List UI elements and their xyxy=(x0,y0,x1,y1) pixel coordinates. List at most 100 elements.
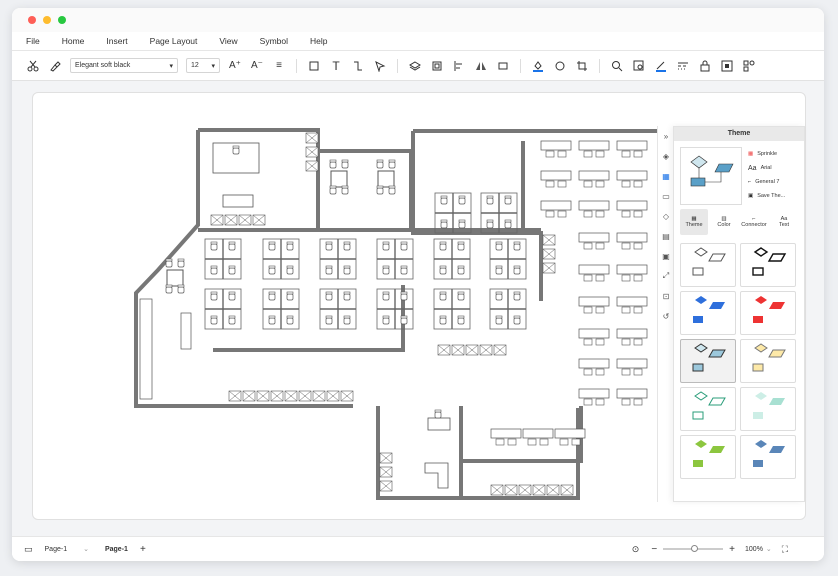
align-left-icon[interactable] xyxy=(452,59,466,73)
theme-card[interactable] xyxy=(740,435,796,479)
theme-card-selected[interactable] xyxy=(680,339,736,383)
search-icon[interactable] xyxy=(610,59,624,73)
increase-font-icon[interactable]: A⁺ xyxy=(228,59,242,73)
theme-tabs: ▦ Theme ▥ Color ⌐ Connector Aa Text xyxy=(674,209,804,235)
status-bar: ▭ Page-1 ⌄ Page-1 + ⊙ − + 100% ⌄ ⛶ xyxy=(12,536,824,561)
connector-icon: ⌐ xyxy=(748,179,752,185)
font-size-select[interactable]: 12 ▾ xyxy=(186,58,220,73)
theme-option-label: Save The... xyxy=(757,193,786,199)
theme-card[interactable] xyxy=(740,387,796,431)
page-tab[interactable]: Page-1 xyxy=(105,546,128,553)
shape-style-icon[interactable] xyxy=(553,59,567,73)
tab-label: Connector xyxy=(741,222,767,228)
zoom-slider[interactable] xyxy=(663,545,724,552)
minimize-window-button[interactable] xyxy=(43,16,51,24)
menu-view[interactable]: View xyxy=(219,36,237,46)
line-style-icon[interactable] xyxy=(676,59,690,73)
tab-label: Theme xyxy=(685,222,703,228)
menu-symbol[interactable]: Symbol xyxy=(260,36,288,46)
more-tools-icon[interactable] xyxy=(742,59,756,73)
zoom-in-button[interactable]: + xyxy=(729,544,735,555)
layers-tab-icon[interactable]: ◇ xyxy=(658,206,674,226)
page-tab-icon[interactable]: ▤ xyxy=(658,226,674,246)
fit-tab-icon[interactable]: ⤢ xyxy=(658,266,674,286)
chevron-down-icon[interactable]: ⌄ xyxy=(766,545,772,553)
theme-option-connector[interactable]: ⌐ General 7 xyxy=(748,175,785,189)
page-selector[interactable]: Page-1 xyxy=(45,546,68,553)
chevron-down-icon[interactable]: ⌄ xyxy=(83,545,89,553)
canvas-area: » ◈ ▦ ▭ ◇ ▤ ▣ ⤢ ⊡ ↺ Theme ▦ Sprinkle Aa … xyxy=(12,81,824,536)
theme-card[interactable] xyxy=(740,339,796,383)
cubicle-clusters xyxy=(205,193,526,329)
play-icon[interactable]: ⊙ xyxy=(632,544,640,555)
theme-card[interactable] xyxy=(680,291,736,335)
lock-icon[interactable] xyxy=(698,59,712,73)
crop-icon[interactable] xyxy=(575,59,589,73)
menu-insert[interactable]: Insert xyxy=(106,36,127,46)
add-page-icon[interactable]: + xyxy=(140,544,146,555)
tab-label: Color xyxy=(717,222,731,228)
chevron-down-icon: ▾ xyxy=(169,62,173,70)
collapse-icon[interactable]: » xyxy=(658,126,674,146)
theme-option-label: Sprinkle xyxy=(757,151,778,157)
connector-icon[interactable] xyxy=(351,59,365,73)
font-icon: Aa xyxy=(748,164,757,172)
page-view-icon[interactable]: ▭ xyxy=(24,544,33,555)
menu-help[interactable]: Help xyxy=(310,36,327,46)
theme-preview-row: ▦ Sprinkle Aa Arial ⌐ General 7 ▣ Save The..… xyxy=(674,141,804,205)
close-window-button[interactable] xyxy=(28,16,36,24)
save-icon: ▣ xyxy=(748,193,754,199)
maximize-window-button[interactable] xyxy=(58,16,66,24)
image-tab-icon[interactable]: ▭ xyxy=(658,186,674,206)
text-icon[interactable]: T xyxy=(329,59,343,73)
fill-tab-icon[interactable]: ◈ xyxy=(658,146,674,166)
history-tab-icon[interactable]: ↺ xyxy=(658,306,674,326)
zoom-level[interactable]: 100% xyxy=(745,546,763,553)
theme-option-style[interactable]: ▦ Sprinkle xyxy=(748,147,785,161)
theme-tab-icon[interactable]: ▦ xyxy=(658,166,674,186)
line-color-icon[interactable] xyxy=(654,59,668,73)
tab-text[interactable]: Aa Text xyxy=(770,209,798,235)
theme-card[interactable] xyxy=(680,435,736,479)
decrease-font-icon[interactable]: A⁻ xyxy=(250,59,264,73)
app-window: File Home Insert Page Layout View Symbol… xyxy=(12,8,824,561)
room-1-furniture xyxy=(210,142,266,226)
zoom-slider-handle[interactable] xyxy=(691,545,699,552)
theme-card[interactable] xyxy=(680,243,736,287)
menu-file[interactable]: File xyxy=(26,36,40,46)
theme-option-label: General 7 xyxy=(755,179,780,185)
theme-option-save[interactable]: ▣ Save The... xyxy=(748,189,785,203)
layers-icon[interactable] xyxy=(408,59,422,73)
data-tab-icon[interactable]: ▣ xyxy=(658,246,674,266)
theme-card[interactable] xyxy=(740,291,796,335)
fullscreen-icon[interactable]: ⛶ xyxy=(782,544,788,555)
theme-preview[interactable] xyxy=(680,147,742,205)
format-painter-icon[interactable] xyxy=(48,59,62,73)
find-replace-icon[interactable] xyxy=(632,59,646,73)
flip-icon[interactable] xyxy=(474,59,488,73)
zoom-out-button[interactable]: − xyxy=(651,544,657,555)
size-icon[interactable] xyxy=(496,59,510,73)
menu-bar: File Home Insert Page Layout View Symbol… xyxy=(12,32,824,51)
theme-options: ▦ Sprinkle Aa Arial ⌐ General 7 ▣ Save The..… xyxy=(748,147,785,205)
fit-icon[interactable] xyxy=(720,59,734,73)
rectangle-icon[interactable] xyxy=(307,59,321,73)
group-icon[interactable] xyxy=(430,59,444,73)
tab-color[interactable]: ▥ Color xyxy=(710,209,738,235)
align-icon[interactable]: ≡ xyxy=(272,59,286,73)
font-size-value: 12 xyxy=(191,62,199,69)
fill-color-icon[interactable] xyxy=(531,59,545,73)
tab-connector[interactable]: ⌐ Connector xyxy=(740,209,768,235)
comment-tab-icon[interactable]: ⊡ xyxy=(658,286,674,306)
toolbar: Elegant soft black ▾ 12 ▾ A⁺ A⁻ ≡ T xyxy=(12,51,824,81)
menu-home[interactable]: Home xyxy=(62,36,85,46)
theme-option-font[interactable]: Aa Arial xyxy=(748,161,785,175)
panel-title: Theme xyxy=(674,127,804,141)
pointer-icon[interactable] xyxy=(373,59,387,73)
cut-icon[interactable] xyxy=(26,59,40,73)
tab-theme[interactable]: ▦ Theme xyxy=(680,209,708,235)
theme-card[interactable] xyxy=(740,243,796,287)
menu-page-layout[interactable]: Page Layout xyxy=(150,36,198,46)
font-family-select[interactable]: Elegant soft black ▾ xyxy=(70,58,178,73)
theme-card[interactable] xyxy=(680,387,736,431)
